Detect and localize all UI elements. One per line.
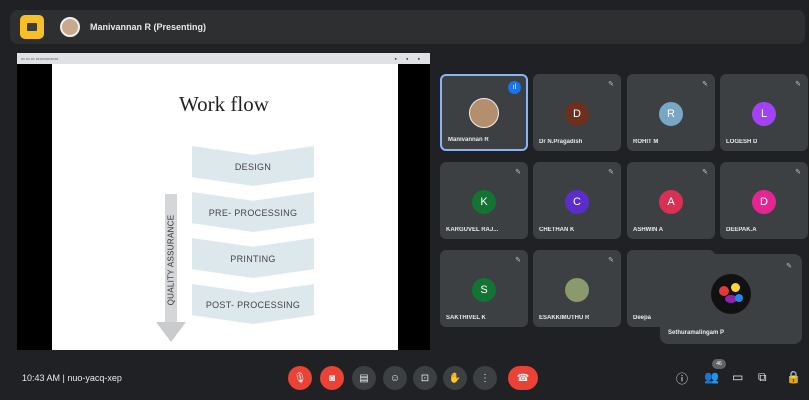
people-icon: 👥 (704, 370, 719, 384)
chat-icon: ▭ (732, 370, 744, 384)
participant-avatar: R (659, 102, 683, 126)
speaking-indicator-icon: ıl (508, 81, 521, 94)
more-vert-icon: ⋮ (480, 372, 490, 384)
participant-name: Manivannan R (448, 137, 489, 143)
clock-meeting-code: 10:43 AM | nuo-yacq-xep (22, 373, 122, 383)
participant-tile[interactable]: S ✎ SAKTHIVEL K (440, 250, 528, 327)
lock-icon: 🔒 (786, 370, 801, 384)
mic-toggle-button[interactable]: 🎙 (288, 366, 312, 390)
emoji-icon: ☺ (389, 372, 401, 384)
mic-off-icon: 🎙 (293, 372, 307, 384)
participant-tile[interactable]: C ✎ CHETHAN K (533, 162, 621, 239)
camera-off-icon: ◙ (328, 372, 336, 384)
hand-icon: ✋ (448, 372, 462, 384)
captions-button[interactable]: ▤ (352, 366, 376, 390)
activities-icon: ⧉ (758, 370, 767, 384)
control-bar: 10:43 AM | nuo-yacq-xep 🎙 ◙ ▤ ☺ ⊡ ✋ ⋮ ☎ … (0, 356, 809, 400)
chat-button[interactable]: ▭ (732, 370, 743, 384)
mic-off-icon: ✎ (608, 169, 614, 176)
mic-off-icon: ✎ (795, 81, 801, 88)
mic-off-icon: ✎ (702, 81, 708, 88)
participant-tile[interactable]: L ✎ LOGESH D (720, 74, 808, 151)
presenter-bar: Manivannan R (Presenting) (10, 10, 805, 44)
participant-tile[interactable]: ıl Manivannan R (440, 74, 528, 151)
participant-name: ASHWIN A (633, 227, 664, 233)
reactions-button[interactable]: ☺ (383, 366, 407, 390)
quality-arrow-head (156, 322, 186, 342)
captions-icon: ▤ (359, 372, 369, 384)
hang-up-icon: ☎ (516, 372, 530, 384)
participant-tile[interactable]: D ✎ Dr N.Pragadish (533, 74, 621, 151)
host-controls-button[interactable]: 🔒 (786, 370, 801, 384)
presenter-label: Manivannan R (Presenting) (90, 22, 207, 32)
slide-title: Work flow (179, 92, 269, 116)
presenter-avatar (60, 17, 80, 37)
workflow-step-preprocessing: PRE- PROCESSING (192, 192, 314, 232)
participant-tile[interactable]: R ✎ ROHIT M (627, 74, 715, 151)
participant-name: Dr N.Pragadish (539, 139, 583, 145)
participant-name: ESAKKIMUTHU R (539, 315, 590, 321)
participant-photo (565, 278, 589, 302)
quality-assurance-label: QUALITY ASSURANCE (166, 214, 176, 306)
participant-photo (469, 98, 499, 128)
camera-toggle-button[interactable]: ◙ (320, 366, 344, 390)
workflow-step-design: DESIGN (192, 146, 314, 186)
participant-avatar: K (472, 190, 496, 214)
mic-off-icon: ✎ (702, 169, 708, 176)
participant-avatar: D (752, 190, 776, 214)
meeting-info-button[interactable]: ⓘ (676, 370, 688, 387)
participant-name: ROHIT M (633, 139, 659, 145)
present-icon: ⊡ (420, 372, 430, 384)
present-button[interactable]: ⊡ (413, 366, 437, 390)
self-name: Sethuramalingam P (668, 330, 725, 336)
participant-tile[interactable]: ✎ ESAKKIMUTHU R (533, 250, 621, 327)
app-logo-icon (20, 15, 44, 39)
participant-count-badge: 46 (712, 359, 726, 369)
participant-name: DEEPAK.A (726, 227, 757, 233)
raise-hand-button[interactable]: ✋ (443, 366, 467, 390)
participant-avatar: C (565, 190, 589, 214)
mic-off-icon: ✎ (795, 169, 801, 176)
participant-avatar: A (659, 190, 683, 214)
mic-off-icon: ✎ (786, 263, 792, 270)
participant-name: SAKTHIVEL K (446, 315, 486, 321)
mic-off-icon: ✎ (608, 257, 614, 264)
presentation-slide: Work flow DESIGN PRE- PROCESSING PRINTIN… (52, 64, 398, 350)
activities-button[interactable]: ⧉ (758, 370, 767, 385)
participant-name: Deepa (633, 315, 652, 321)
participant-name: KARGUVEL RAJ... (446, 227, 499, 233)
participant-tile[interactable]: A ✎ ASHWIN A (627, 162, 715, 239)
participant-avatar: D (565, 102, 589, 126)
self-view-tile[interactable]: ✎ Sethuramalingam P (660, 254, 802, 344)
participant-name: LOGESH D (726, 139, 758, 145)
info-icon: ⓘ (676, 372, 689, 386)
leave-call-button[interactable]: ☎ (508, 366, 538, 390)
shared-browser-chrome: ▭ ▭ ▭ ▭▭▭▭▭▭ ● ● ● (17, 53, 430, 64)
participant-tile[interactable]: K ✎ KARGUVEL RAJ... (440, 162, 528, 239)
participant-tile[interactable]: D ✎ DEEPAK.A (720, 162, 808, 239)
people-button[interactable]: 👥 (704, 370, 719, 384)
participant-name: CHETHAN K (539, 227, 575, 233)
shared-screen[interactable]: ▭ ▭ ▭ ▭▭▭▭▭▭ ● ● ● Work flow DESIGN PRE-… (17, 53, 430, 350)
mic-off-icon: ✎ (515, 257, 521, 264)
mic-off-icon: ✎ (608, 81, 614, 88)
workflow-step-printing: PRINTING (192, 238, 314, 278)
more-options-button[interactable]: ⋮ (473, 366, 497, 390)
mic-off-icon: ✎ (515, 169, 521, 176)
participant-avatar: L (752, 102, 776, 126)
self-avatar (711, 274, 751, 314)
workflow-step-postprocessing: POST- PROCESSING (192, 284, 314, 324)
participant-avatar: S (472, 278, 496, 302)
